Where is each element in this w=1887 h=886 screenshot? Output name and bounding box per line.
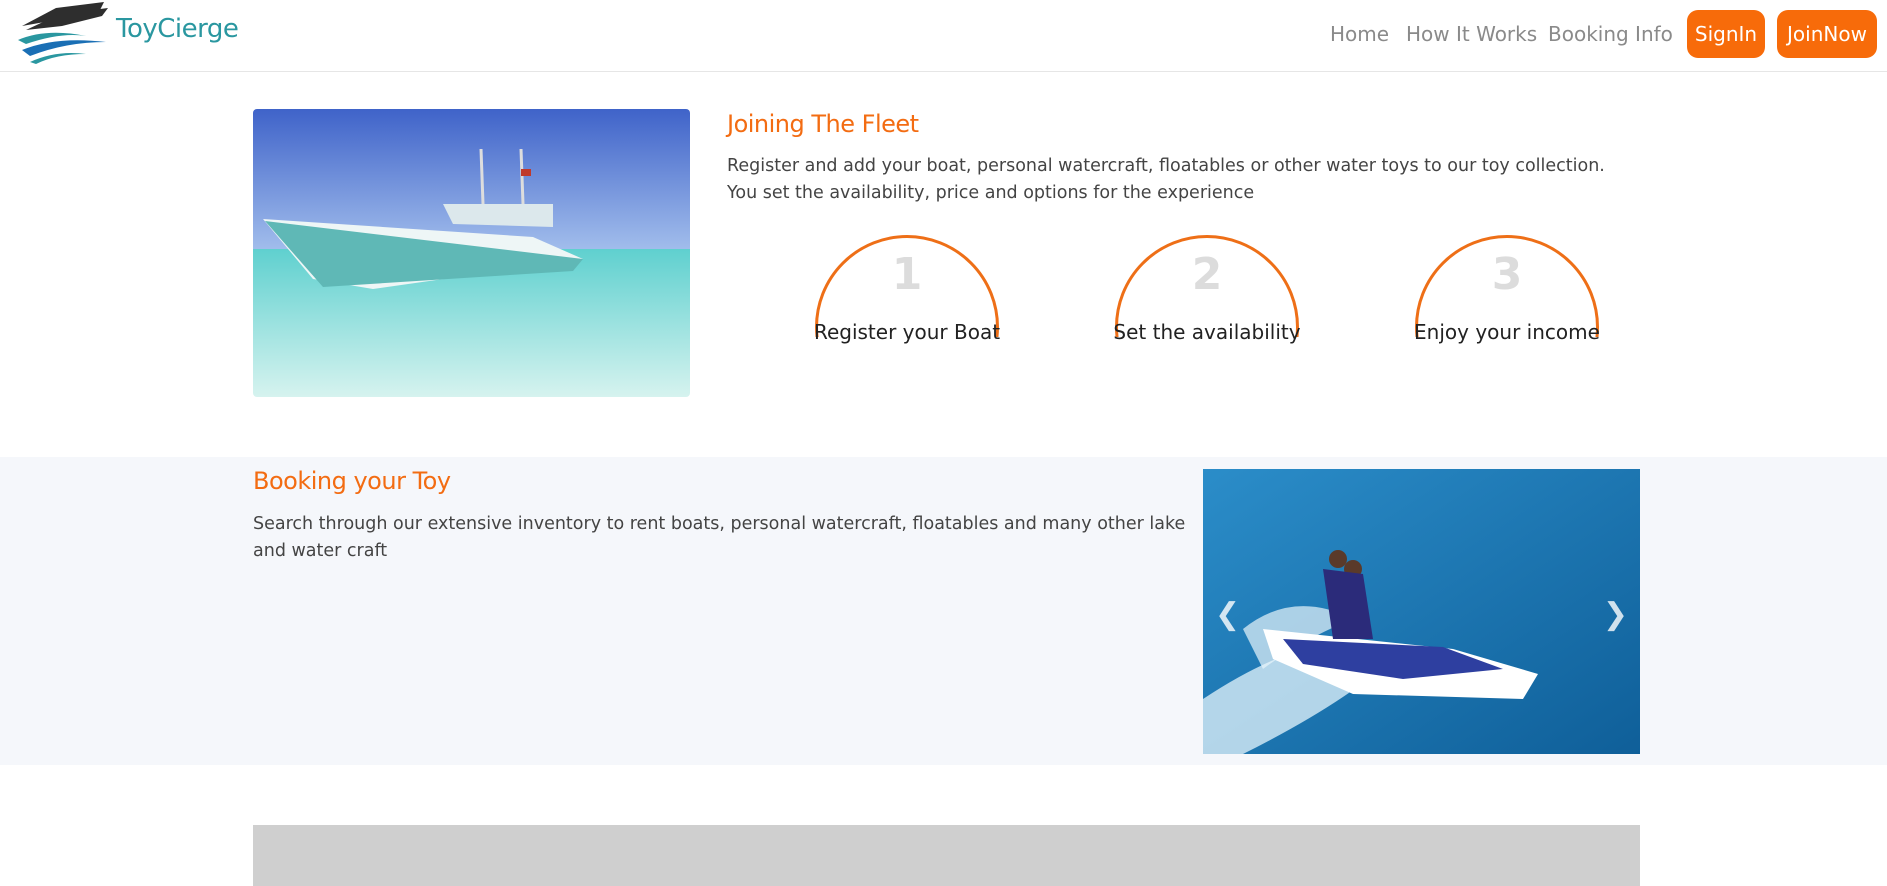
navbar: ToyCierge Home How It Works Booking Info… bbox=[0, 0, 1887, 72]
step-label: Set the availability bbox=[1113, 320, 1301, 344]
carousel-prev-icon[interactable]: ❮ bbox=[1215, 597, 1240, 632]
boat-logo-icon bbox=[18, 2, 108, 64]
boat-image bbox=[253, 109, 690, 397]
nav-home-link[interactable]: Home bbox=[1330, 22, 1389, 46]
nav-how-it-works-link[interactable]: How It Works bbox=[1406, 22, 1537, 46]
step-availability: 2 Set the availability bbox=[1113, 235, 1305, 345]
joinnow-button[interactable]: JoinNow bbox=[1777, 10, 1877, 58]
step-number: 3 bbox=[1491, 249, 1523, 300]
brand-name: ToyCierge bbox=[116, 14, 239, 44]
jetski-image bbox=[1203, 469, 1640, 754]
nav-booking-info-link[interactable]: Booking Info bbox=[1548, 22, 1673, 46]
step-register: 1 Register your Boat bbox=[814, 235, 1005, 345]
step-number: 1 bbox=[891, 249, 923, 300]
fleet-title: Joining The Fleet bbox=[727, 110, 919, 138]
signin-button[interactable]: SignIn bbox=[1687, 10, 1765, 58]
step-income: 3 Enjoy your income bbox=[1414, 235, 1605, 345]
media-placeholder bbox=[253, 825, 1640, 886]
toy-carousel[interactable]: ❮ ❯ bbox=[1203, 469, 1640, 754]
step-number: 2 bbox=[1191, 249, 1223, 300]
booking-title: Booking your Toy bbox=[253, 467, 451, 495]
step-label: Register your Boat bbox=[813, 320, 1001, 344]
fleet-description: Register and add your boat, personal wat… bbox=[727, 156, 1605, 203]
carousel-next-icon[interactable]: ❯ bbox=[1603, 597, 1628, 632]
step-label: Enjoy your income bbox=[1414, 320, 1600, 344]
brand-logo[interactable]: ToyCierge bbox=[16, 0, 246, 66]
booking-description: Search through our extensive inventory t… bbox=[253, 514, 1186, 561]
